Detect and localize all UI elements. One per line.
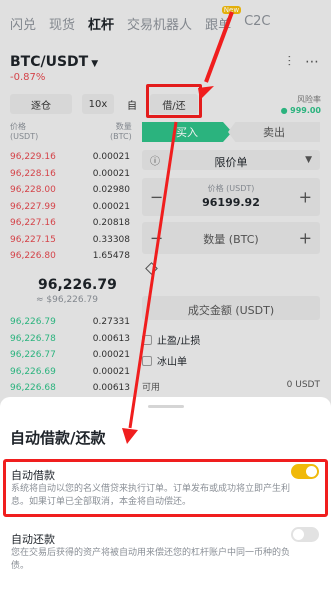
arrow-to-borrow-repay (204, 11, 234, 83)
arrow-to-sheet (128, 121, 178, 429)
arrow-head-icon (198, 86, 214, 100)
annotation-arrows (122, 11, 234, 444)
trading-screen: 闪兑 现货 杠杆 交易机器人 跟单 New C2C BTC/USDT ▼ -0.87… (0, 0, 331, 614)
arrow-head-icon (122, 428, 138, 444)
